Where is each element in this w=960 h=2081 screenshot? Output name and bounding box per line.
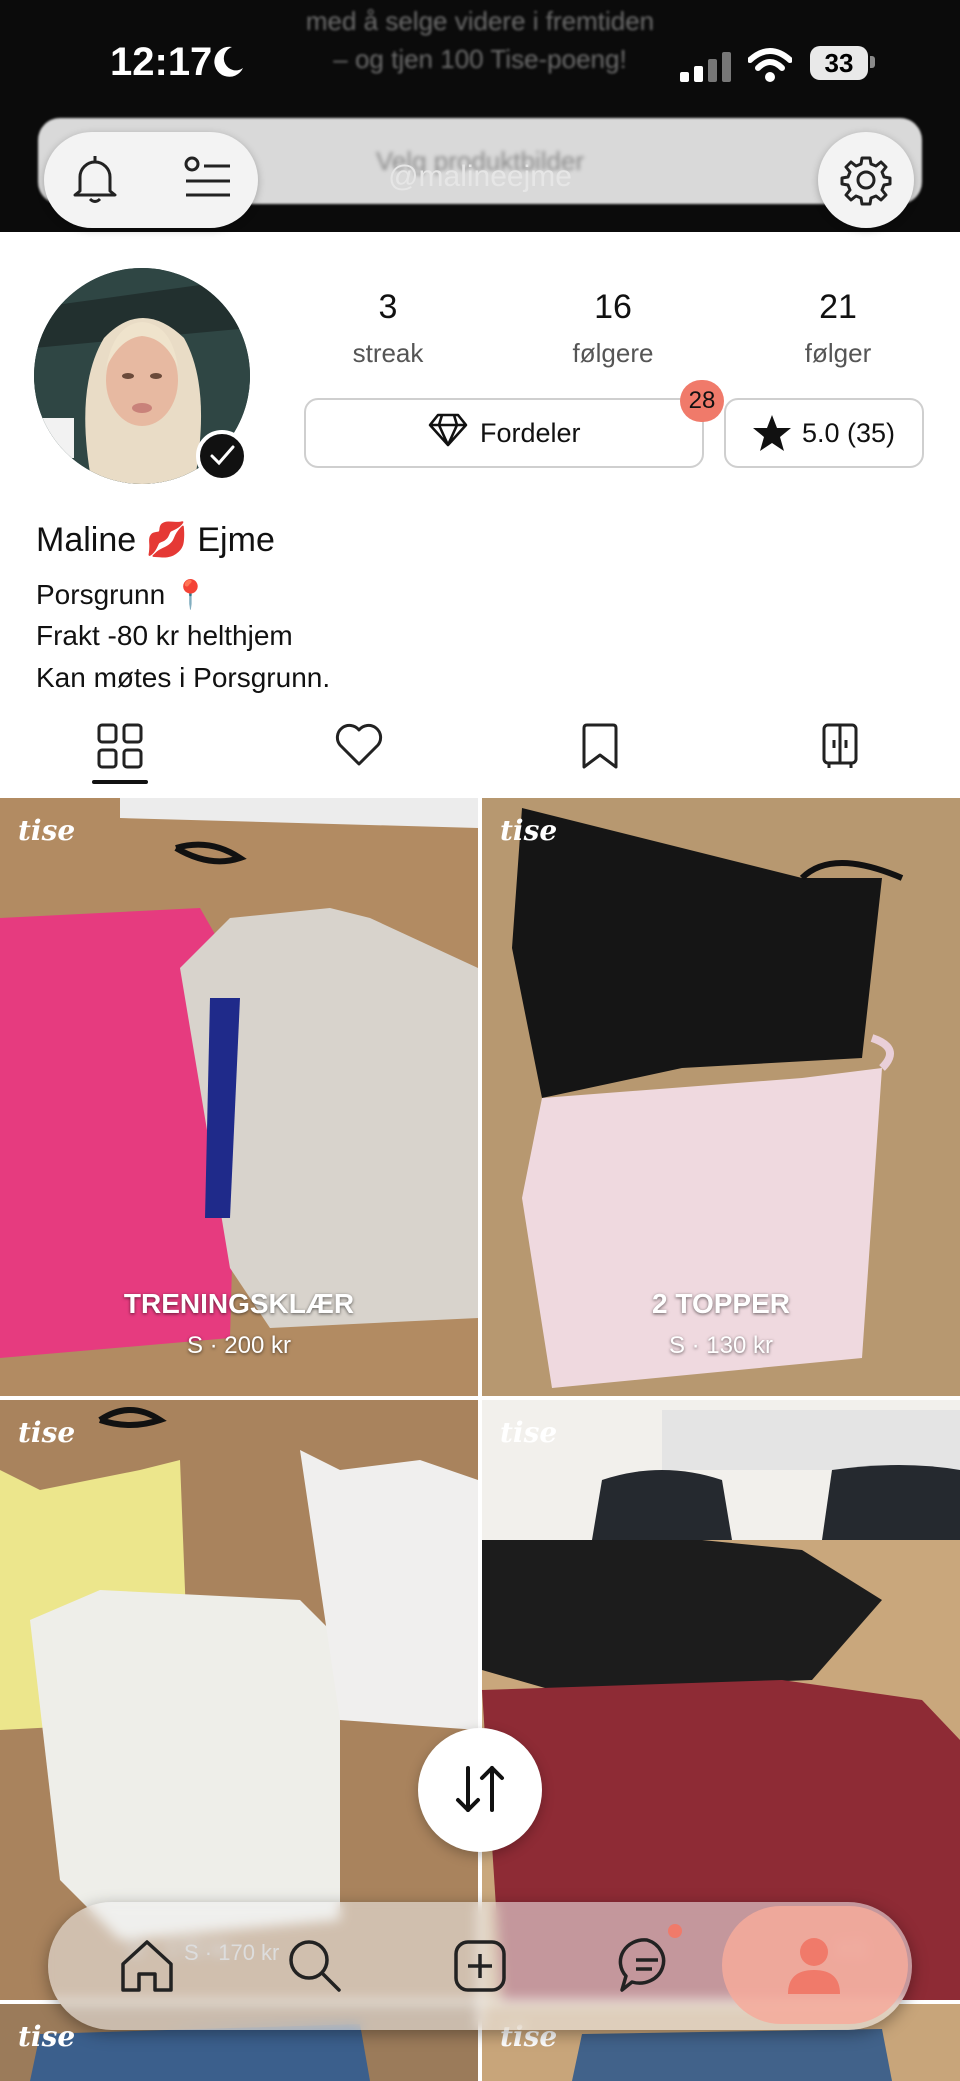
benefits-label: Fordeler [480, 418, 581, 448]
stat-followers-label[interactable]: følgere [533, 338, 693, 369]
battery-indicator: 33 [810, 46, 868, 80]
tab-heart-icon[interactable] [334, 722, 384, 768]
bio-line-2: Frakt -80 kr helthjem [36, 620, 293, 651]
status-time: 12:17 [110, 40, 213, 84]
tise-watermark: tise [500, 1416, 558, 1449]
stat-streak-label: streak [352, 338, 424, 368]
profile-name: Maline 💋 Ejme [36, 521, 275, 559]
nav-search-icon[interactable] [285, 1936, 343, 1994]
stat-following-value[interactable]: 21 [758, 288, 918, 327]
bio-line-3: Kan møtes i Porsgrunn. [36, 662, 331, 693]
listing-meta: S · 200 kr [186, 1332, 292, 1359]
tise-watermark: tise [18, 1416, 76, 1449]
nav-add-icon[interactable] [452, 1938, 508, 1994]
listing-card[interactable]: tise 2 TOPPER S · 130 kr [482, 798, 960, 1396]
listing-meta: S · 130 kr [668, 1332, 774, 1359]
tab-bookmark-icon[interactable] [580, 722, 620, 770]
profile-username: @malineejme [388, 160, 572, 193]
sort-arrows-icon [456, 1766, 504, 1812]
listing-title: 2 TOPPER [652, 1288, 790, 1319]
stat-streak-value: 3 [378, 288, 398, 326]
background-text-line1: med å selge videre i fremtiden [305, 6, 655, 36]
rating-label: 5.0 (35) [802, 418, 896, 448]
tab-grid-icon[interactable] [96, 722, 144, 770]
listing-title: TRENINGSKLÆR [123, 1288, 355, 1319]
nav-profile-icon[interactable] [784, 1934, 844, 1996]
diamond-icon [428, 413, 468, 447]
listing-card[interactable]: tise TRENINGSKLÆR S · 200 kr [0, 798, 478, 1396]
nav-messages-icon[interactable] [618, 1936, 676, 1994]
stat-followers-value[interactable]: 16 [533, 288, 693, 327]
nav-home-icon[interactable] [118, 1938, 176, 1994]
moon-icon [214, 46, 243, 77]
verified-check-icon [196, 430, 248, 482]
bio-line-1: Porsgrunn 📍 [36, 579, 208, 610]
tise-watermark: tise [18, 814, 76, 847]
signal-icon [680, 52, 731, 82]
wifi-icon [748, 48, 792, 82]
star-icon [753, 415, 791, 451]
gear-icon [840, 156, 892, 206]
tab-active-indicator [92, 780, 148, 784]
tise-watermark: tise [500, 814, 558, 847]
benefits-badge: 28 [680, 380, 724, 422]
tise-watermark: tise [18, 2020, 76, 2053]
sort-button[interactable] [418, 1728, 542, 1852]
stat-following-label[interactable]: følger [758, 338, 918, 369]
nav-ghost-price: S · 170 kr [184, 1940, 280, 1965]
tab-closet-icon[interactable] [820, 722, 860, 770]
messages-notification-dot [668, 1924, 682, 1938]
battery-tip [870, 56, 875, 68]
